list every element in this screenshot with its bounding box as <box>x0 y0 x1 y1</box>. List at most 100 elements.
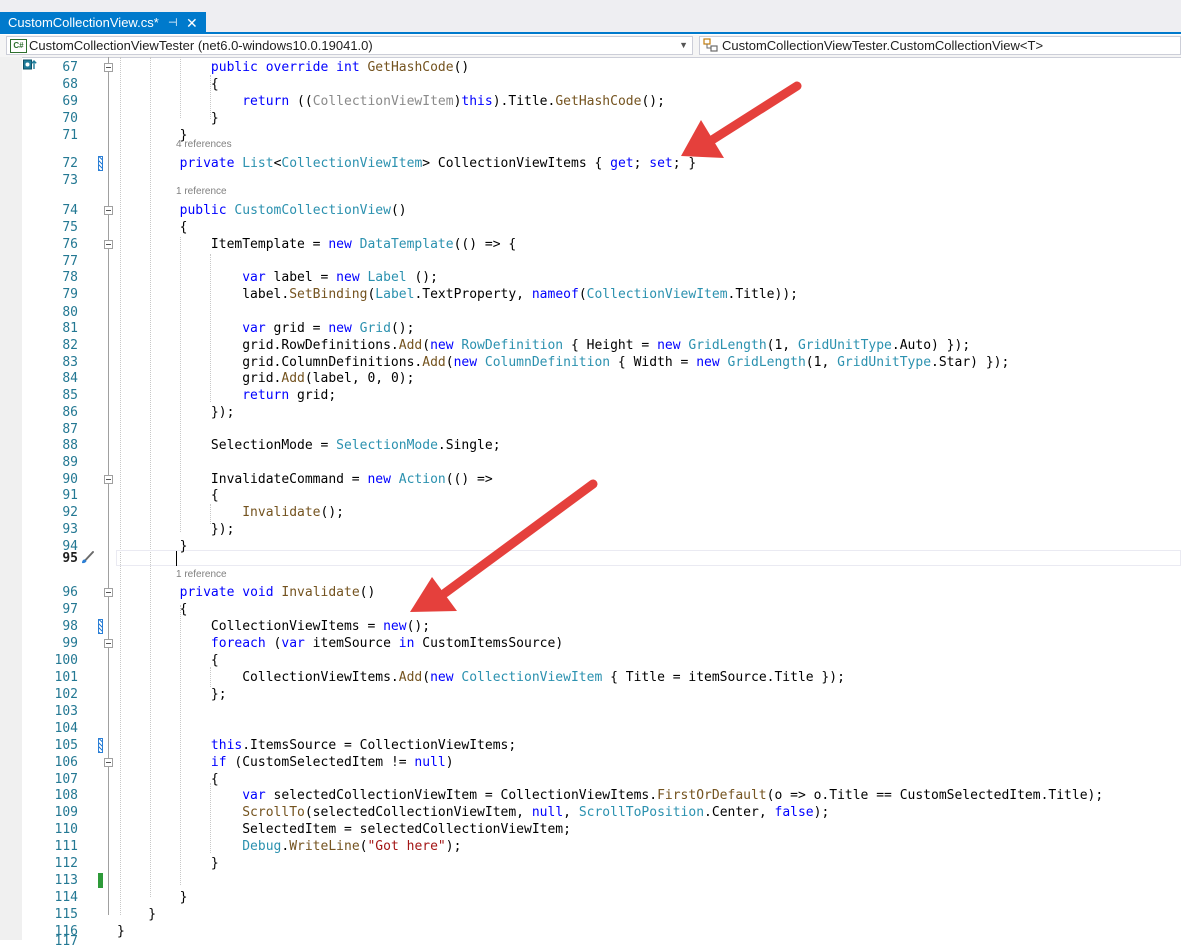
code-line[interactable]: 107 { <box>0 771 1181 788</box>
code-editor[interactable]: 67 public override int GetHashCode() 68 {… <box>0 57 1181 949</box>
codelens-references[interactable]: 1 reference <box>176 569 227 581</box>
code-text[interactable]: var grid = new Grid(); <box>117 320 414 337</box>
code-text[interactable]: } <box>117 855 219 872</box>
code-line[interactable]: 101 CollectionViewItems.Add(new Collecti… <box>0 669 1181 686</box>
code-text[interactable]: grid.Add(label, 0, 0); <box>117 370 414 387</box>
code-text[interactable]: CollectionViewItems.Add(new CollectionVi… <box>117 669 845 686</box>
type-dropdown[interactable]: CustomCollectionViewTester.CustomCollect… <box>699 36 1181 55</box>
code-text[interactable]: }); <box>117 521 235 538</box>
codelens-references[interactable]: 4 references <box>176 139 232 151</box>
code-text[interactable]: InvalidateCommand = new Action(() => <box>117 471 493 488</box>
code-text[interactable]: this.ItemsSource = CollectionViewItems; <box>117 737 516 754</box>
close-icon[interactable]: ✕ <box>186 12 198 34</box>
collapse-icon[interactable] <box>104 206 113 215</box>
code-line[interactable]: 82 grid.RowDefinitions.Add(new RowDefini… <box>0 337 1181 354</box>
code-line[interactable]: 110 SelectedItem = selectedCollectionVie… <box>0 821 1181 838</box>
code-line[interactable]: 84 grid.Add(label, 0, 0); <box>0 370 1181 387</box>
code-text[interactable]: { <box>117 487 219 504</box>
code-line[interactable]: 69 return ((CollectionViewItem)this).Tit… <box>0 93 1181 110</box>
chevron-down-icon[interactable]: ▼ <box>679 37 688 54</box>
code-line[interactable]: 97 { <box>0 601 1181 618</box>
code-line[interactable]: 77 <box>0 253 1181 270</box>
code-text[interactable]: { <box>117 771 219 788</box>
code-line[interactable]: 74 public CustomCollectionView() <box>0 202 1181 219</box>
code-line[interactable]: 92 Invalidate(); <box>0 504 1181 521</box>
document-tab[interactable]: CustomCollectionView.cs* ⊣ ✕ <box>0 12 206 34</box>
code-line[interactable]: 93 }); <box>0 521 1181 538</box>
code-line[interactable]: 111 Debug.WriteLine("Got here"); <box>0 838 1181 855</box>
code-line[interactable]: 104 <box>0 720 1181 737</box>
code-text[interactable]: public override int GetHashCode() <box>117 59 469 76</box>
collapse-icon[interactable] <box>104 588 113 597</box>
codelens-references[interactable]: 1 reference <box>176 186 227 198</box>
code-text[interactable]: SelectedItem = selectedCollectionViewIte… <box>117 821 571 838</box>
project-dropdown[interactable]: C# CustomCollectionViewTester (net6.0-wi… <box>6 36 693 55</box>
code-text[interactable]: { <box>117 219 188 236</box>
code-line[interactable]: 109 ScrollTo(selectedCollectionViewItem,… <box>0 804 1181 821</box>
code-line[interactable]: 80 <box>0 304 1181 321</box>
code-line[interactable]: 83 grid.ColumnDefinitions.Add(new Column… <box>0 354 1181 371</box>
code-line[interactable]: 114 } <box>0 889 1181 906</box>
code-text[interactable]: Invalidate(); <box>117 504 344 521</box>
code-text[interactable]: } <box>117 889 188 906</box>
code-line[interactable]: 67 public override int GetHashCode() <box>0 59 1181 76</box>
code-line[interactable]: 78 var label = new Label (); <box>0 269 1181 286</box>
code-text[interactable]: ItemTemplate = new DataTemplate(() => { <box>117 236 516 253</box>
tab-title[interactable]: CustomCollectionView.cs* <box>8 15 159 30</box>
code-line[interactable]: 96 private void Invalidate() <box>0 584 1181 601</box>
collapse-icon[interactable] <box>104 758 113 767</box>
code-line[interactable]: 108 var selectedCollectionViewItem = Col… <box>0 787 1181 804</box>
code-text[interactable]: return ((CollectionViewItem)this).Title.… <box>117 93 665 110</box>
code-line[interactable]: 117 <box>0 933 1181 950</box>
code-text[interactable]: var selectedCollectionViewItem = Collect… <box>117 787 1103 804</box>
code-line[interactable]: 115 } <box>0 906 1181 923</box>
code-line[interactable]: 113 <box>0 872 1181 889</box>
code-line[interactable]: 85 return grid; <box>0 387 1181 404</box>
collapse-icon[interactable] <box>104 475 113 484</box>
code-line[interactable]: 72 private List<CollectionViewItem> Coll… <box>0 155 1181 172</box>
code-text[interactable]: if (CustomSelectedItem != null) <box>117 754 454 771</box>
code-text[interactable]: } <box>117 906 156 923</box>
code-line[interactable]: 89 <box>0 454 1181 471</box>
code-line[interactable]: 103 <box>0 703 1181 720</box>
code-line[interactable]: 99 foreach (var itemSource in CustomItem… <box>0 635 1181 652</box>
code-text[interactable]: public CustomCollectionView() <box>117 202 407 219</box>
code-text[interactable]: private void Invalidate() <box>117 584 376 601</box>
code-text[interactable]: { <box>117 652 219 669</box>
code-text[interactable]: return grid; <box>117 387 336 404</box>
code-text[interactable]: private List<CollectionViewItem> Collect… <box>117 155 697 172</box>
code-line[interactable]: 79 label.SetBinding (Label.TextProperty, … <box>0 286 1181 303</box>
code-text[interactable]: } <box>117 110 219 127</box>
code-text[interactable]: { <box>117 76 219 93</box>
code-line[interactable]: 91 { <box>0 487 1181 504</box>
code-line[interactable]: 112 } <box>0 855 1181 872</box>
code-line[interactable]: 75 { <box>0 219 1181 236</box>
code-line[interactable]: 87 <box>0 421 1181 438</box>
code-text[interactable]: label.SetBinding (Label.TextProperty, nam… <box>117 286 798 303</box>
code-text[interactable]: { <box>117 601 188 618</box>
collapse-icon[interactable] <box>104 63 113 72</box>
code-line[interactable]: 95 <box>0 550 1181 567</box>
code-line[interactable]: 76 ItemTemplate = new DataTemplate(() =>… <box>0 236 1181 253</box>
code-line[interactable]: 90 InvalidateCommand = new Action(() => <box>0 471 1181 488</box>
collapse-icon[interactable] <box>104 639 113 648</box>
code-text[interactable]: var label = new Label (); <box>117 269 438 286</box>
code-line[interactable]: 86 }); <box>0 404 1181 421</box>
code-line[interactable]: 70 } <box>0 110 1181 127</box>
code-text[interactable]: }; <box>117 686 227 703</box>
collapse-icon[interactable] <box>104 240 113 249</box>
code-line[interactable]: 81 var grid = new Grid(); <box>0 320 1181 337</box>
code-text[interactable]: foreach (var itemSource in CustomItemsSo… <box>117 635 563 652</box>
code-line[interactable]: 100 { <box>0 652 1181 669</box>
code-line[interactable]: 105 this.ItemsSource = CollectionViewIte… <box>0 737 1181 754</box>
code-text[interactable]: grid.ColumnDefinitions.Add(new ColumnDef… <box>117 354 1009 371</box>
code-line[interactable]: 88 SelectionMode = SelectionMode.Single; <box>0 437 1181 454</box>
code-line[interactable]: 98 CollectionViewItems = new(); <box>0 618 1181 635</box>
code-line[interactable]: 102 }; <box>0 686 1181 703</box>
code-line[interactable]: 68 { <box>0 76 1181 93</box>
code-text[interactable]: CollectionViewItems = new(); <box>117 618 430 635</box>
pin-icon[interactable]: ⊣ <box>168 12 178 34</box>
code-line[interactable]: 106 if (CustomSelectedItem != null) <box>0 754 1181 771</box>
code-text[interactable]: Debug.WriteLine("Got here"); <box>117 838 461 855</box>
code-text[interactable]: }); <box>117 404 235 421</box>
